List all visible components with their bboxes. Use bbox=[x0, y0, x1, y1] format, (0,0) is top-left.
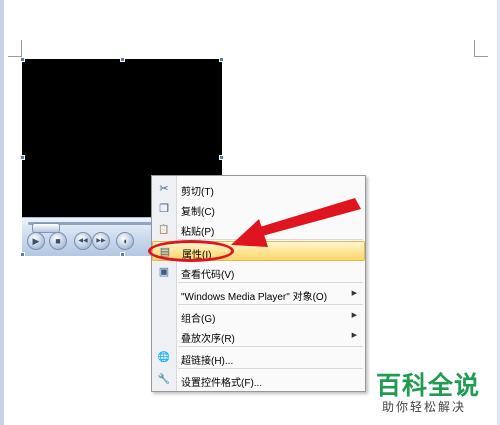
menu-item-label: 叠放次序(R) bbox=[181, 334, 235, 345]
menu-item-label: 超链接(H)... bbox=[181, 356, 234, 367]
next-icon[interactable]: ▶▶ bbox=[92, 232, 110, 250]
menu-item-view-code[interactable]: ▣ 查看代码(V) bbox=[152, 262, 365, 282]
crop-mark-top-right-v bbox=[474, 40, 475, 56]
menu-item-hyperlink[interactable]: 🌐 超链接(H)... bbox=[152, 348, 365, 368]
watermark-title: 百科全说 bbox=[376, 372, 481, 400]
watermark-logo: 百科全说 助你轻松解决 bbox=[376, 366, 488, 416]
resize-handle-top-right[interactable] bbox=[219, 57, 224, 62]
stop-icon[interactable]: ■ bbox=[49, 232, 67, 250]
paste-icon: 📋 bbox=[158, 224, 170, 234]
watermark-subtitle: 助你轻松解决 bbox=[382, 400, 467, 414]
menu-item-label: 粘贴(P) bbox=[181, 227, 215, 238]
resize-handle-left[interactable] bbox=[20, 155, 25, 160]
previous-icon[interactable]: ◀◀ bbox=[74, 232, 92, 250]
menu-item-group[interactable]: 组合(G) ▶ bbox=[152, 306, 365, 326]
resize-handle-top[interactable] bbox=[120, 57, 125, 62]
resize-handle-right[interactable] bbox=[219, 155, 224, 160]
menu-item-label: 设置控件格式(F)... bbox=[181, 378, 263, 389]
menu-item-cut[interactable]: ✂ 剪切(T) bbox=[152, 179, 365, 199]
crop-mark-top-right-h bbox=[474, 56, 488, 57]
menu-item-label: 查看代码(V) bbox=[181, 270, 235, 281]
menu-item-wmp-object[interactable]: "Windows Media Player" 对象(O) ▶ bbox=[152, 284, 365, 304]
play-icon[interactable]: ▶ bbox=[27, 232, 45, 250]
hyperlink-icon: 🌐 bbox=[157, 352, 171, 363]
menu-item-label: "Windows Media Player" 对象(O) bbox=[181, 292, 328, 303]
crop-mark-top-left-v bbox=[21, 40, 22, 56]
menu-item-label: 组合(G) bbox=[181, 314, 216, 325]
menu-item-paste[interactable]: 📋 粘贴(P) bbox=[152, 219, 365, 239]
menu-item-label: 剪切(T) bbox=[181, 187, 214, 198]
highlight-ellipse-annotation bbox=[148, 240, 234, 262]
context-menu: ✂ 剪切(T) ❐ 复制(C) 📋 粘贴(P) ▤ 属性(I) ▣ 查看代码(V… bbox=[151, 175, 366, 392]
menu-item-copy[interactable]: ❐ 复制(C) bbox=[152, 199, 365, 219]
menu-separator bbox=[178, 304, 363, 305]
resize-handle-bottom[interactable] bbox=[120, 252, 125, 257]
menu-separator bbox=[178, 368, 363, 369]
view-code-icon: ▣ bbox=[158, 266, 170, 278]
copy-icon: ❐ bbox=[159, 203, 169, 215]
volume-icon[interactable]: ◖ bbox=[116, 232, 134, 250]
resize-handle-top-left[interactable] bbox=[20, 57, 25, 62]
document-left-border bbox=[0, 0, 4, 425]
submenu-arrow-icon: ▶ bbox=[351, 312, 357, 319]
submenu-arrow-icon: ▶ bbox=[351, 290, 357, 297]
menu-separator bbox=[178, 282, 363, 283]
resize-handle-bottom-left[interactable] bbox=[20, 252, 25, 257]
format-control-icon: 🔧 bbox=[157, 374, 171, 385]
menu-item-label: 复制(C) bbox=[181, 207, 215, 218]
menu-item-order[interactable]: 叠放次序(R) ▶ bbox=[152, 326, 365, 346]
submenu-arrow-icon: ▶ bbox=[351, 332, 357, 339]
menu-item-format-control[interactable]: 🔧 设置控件格式(F)... bbox=[152, 370, 365, 390]
scissors-icon: ✂ bbox=[159, 183, 169, 195]
menu-separator bbox=[178, 346, 363, 347]
